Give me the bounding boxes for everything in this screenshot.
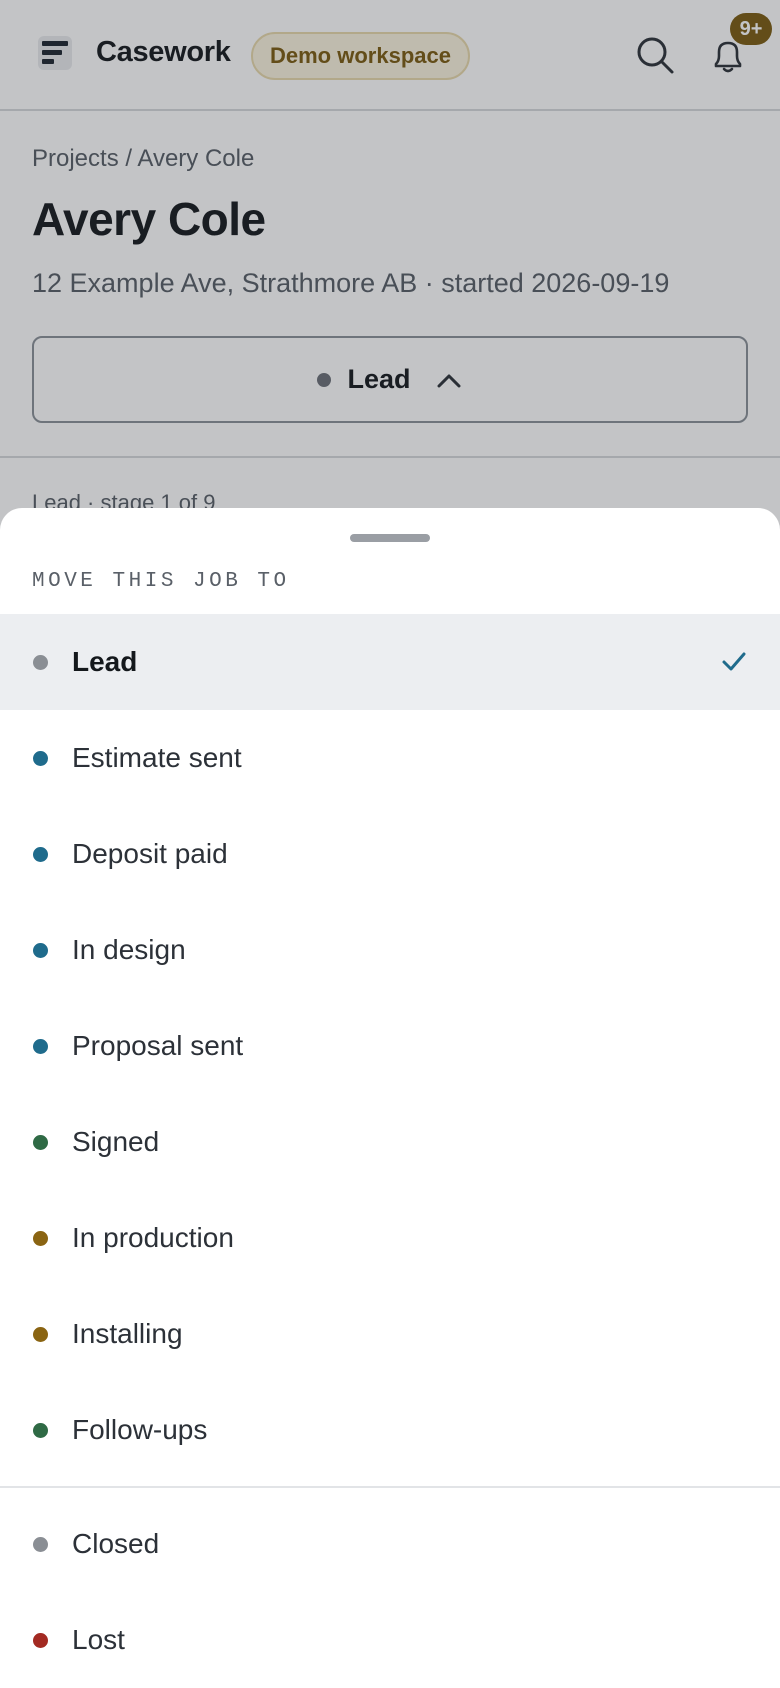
stage-option[interactable]: Signed xyxy=(0,1094,780,1190)
checkmark-icon xyxy=(720,648,748,676)
stage-dot xyxy=(33,1326,48,1342)
sheet-grabber[interactable] xyxy=(350,534,430,542)
stage-option-label: In design xyxy=(72,934,186,965)
stage-option-label: Estimate sent xyxy=(72,742,242,773)
stage-option[interactable]: Lead xyxy=(0,614,780,710)
stage-dot xyxy=(33,1230,48,1246)
sheet-heading: MOVE THIS JOB TO xyxy=(32,570,290,593)
stage-option-label: Signed xyxy=(72,1126,160,1157)
stage-dot xyxy=(33,1038,48,1054)
stage-option[interactable]: In design xyxy=(0,902,780,998)
stage-dot xyxy=(33,1632,48,1648)
stage-dot xyxy=(33,846,48,862)
stage-dot xyxy=(33,1134,48,1150)
stage-option[interactable]: Estimate sent xyxy=(0,710,780,806)
stage-option[interactable]: Deposit paid xyxy=(0,806,780,902)
stage-option[interactable]: Closed xyxy=(0,1496,780,1592)
stage-option-label: Proposal sent xyxy=(72,1030,244,1061)
stage-option-label: Deposit paid xyxy=(72,838,228,869)
divider xyxy=(0,1486,780,1488)
stage-option-label: In production xyxy=(72,1222,234,1253)
stage-option-label: Follow-ups xyxy=(72,1414,208,1445)
stage-dot xyxy=(33,654,48,670)
stage-dot xyxy=(33,1422,48,1438)
stage-option-label: Installing xyxy=(72,1318,183,1349)
stage-option-label: Lost xyxy=(72,1624,125,1655)
stage-option[interactable]: Follow-ups xyxy=(0,1382,780,1478)
stage-option[interactable]: Installing xyxy=(0,1286,780,1382)
stage-option[interactable]: Proposal sent xyxy=(0,998,780,1094)
stage-dot xyxy=(33,750,48,766)
stage-option-label: Closed xyxy=(72,1528,160,1559)
move-job-sheet: MOVE THIS JOB TO Lead Estimate sent Deposi… xyxy=(0,508,780,1688)
stage-dot xyxy=(33,942,48,958)
stage-option[interactable]: Lost xyxy=(0,1592,780,1688)
stage-option-label: Lead xyxy=(72,646,138,677)
stage-option[interactable]: In production xyxy=(0,1190,780,1286)
stage-dot xyxy=(33,1536,48,1552)
